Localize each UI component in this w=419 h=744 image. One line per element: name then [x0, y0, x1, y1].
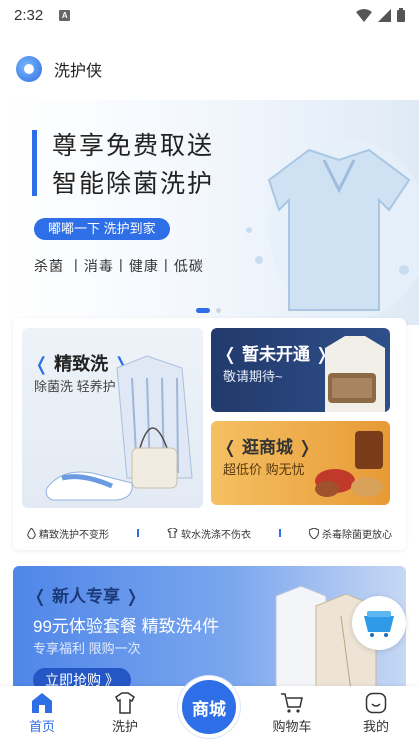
signal-icon	[378, 8, 391, 22]
home-icon	[32, 693, 52, 713]
carousel-indicator[interactable]	[196, 308, 221, 313]
mall-card[interactable]: ❬ 逛商城 ❭ 超低价 购无忧	[211, 421, 390, 505]
tab-home[interactable]: 首页	[12, 692, 72, 735]
hero-pill: 嘟嘟一下 洗护到家	[34, 218, 170, 240]
hoodie-bag-image	[325, 336, 385, 412]
shirt-small-icon	[167, 528, 178, 538]
shirt-splash-image	[246, 140, 419, 320]
wifi-icon	[356, 8, 372, 22]
not-open-subtitle: 敬请期待~	[223, 369, 283, 384]
mall-icon: 商城	[192, 699, 226, 719]
tab-laundry[interactable]: 洗护	[95, 692, 155, 735]
shirt-icon	[115, 692, 135, 714]
new-user-promo-banner[interactable]: ❬ 新人专享 ❭ 99元体验套餐 精致洗4件 专享福利 限购一次 立即抢购 》	[13, 566, 406, 691]
tab-profile[interactable]: 我的	[346, 692, 406, 735]
app-logo-icon	[16, 56, 42, 82]
promo-note: 专享福利 限购一次	[33, 641, 141, 656]
mall-card-subtitle: 超低价 购无忧	[223, 462, 305, 477]
not-open-card[interactable]: ❬ 暂未开通 ❭ 敬请期待~	[211, 328, 390, 412]
promo-title: ❬ 新人专享 ❭	[33, 587, 139, 606]
feature-separator	[137, 529, 139, 537]
hero-headline-1: 尊享免费取送	[52, 132, 215, 160]
tab-cart[interactable]: 购物车	[262, 692, 322, 735]
shield-icon	[309, 527, 319, 539]
promo-offer: 99元体验套餐 精致洗4件	[33, 617, 220, 636]
app-name: 洗护侠	[54, 63, 103, 80]
feature-item: 软水洗涤不伤衣	[167, 526, 251, 541]
status-bar: 2:32 A	[0, 0, 419, 30]
app-header: 洗护侠	[0, 50, 419, 88]
tab-mall-button[interactable]: 商城	[178, 676, 240, 738]
laundry-basket-float-button[interactable]	[352, 596, 406, 650]
profile-icon	[365, 692, 387, 714]
hero-headline-2: 智能除菌洗护	[52, 170, 215, 198]
status-icons	[356, 8, 405, 22]
hero-tags: 杀菌 丨消毒丨健康丨低碳	[34, 258, 204, 274]
status-time: 2:32	[14, 6, 44, 24]
services-card: ❬ 精致洗 ❭ 除菌洗 轻养护 ❬ 暂未开通 ❭ 敬请期待~ ❬ 逛商城 ❭ 超…	[13, 318, 406, 550]
feature-separator	[279, 529, 281, 537]
hero-accent-bar	[32, 130, 37, 196]
laundry-basket-icon	[364, 611, 394, 637]
battery-icon	[397, 8, 405, 22]
hero-banner[interactable]: 尊享免费取送 智能除菌洗护 嘟嘟一下 洗护到家 杀菌 丨消毒丨健康丨低碳	[0, 100, 419, 325]
fine-wash-card[interactable]: ❬ 精致洗 ❭ 除菌洗 轻养护	[22, 328, 203, 508]
food-products-image	[315, 431, 383, 497]
feature-strip: 精致洗护不变形 软水洗涤不伤衣 杀毒除菌更放心	[13, 522, 406, 544]
carousel-dot-active[interactable]	[196, 308, 210, 313]
drop-icon	[27, 527, 36, 539]
notification-icon: A	[59, 9, 71, 21]
feature-item: 杀毒除菌更放心	[309, 526, 392, 541]
cart-icon	[281, 693, 303, 713]
clothes-bag-shoe-image	[45, 355, 193, 501]
feature-item: 精致洗护不变形	[27, 526, 109, 541]
carousel-dot[interactable]	[216, 308, 221, 313]
mall-card-title: ❬ 逛商城 ❭	[223, 438, 312, 457]
